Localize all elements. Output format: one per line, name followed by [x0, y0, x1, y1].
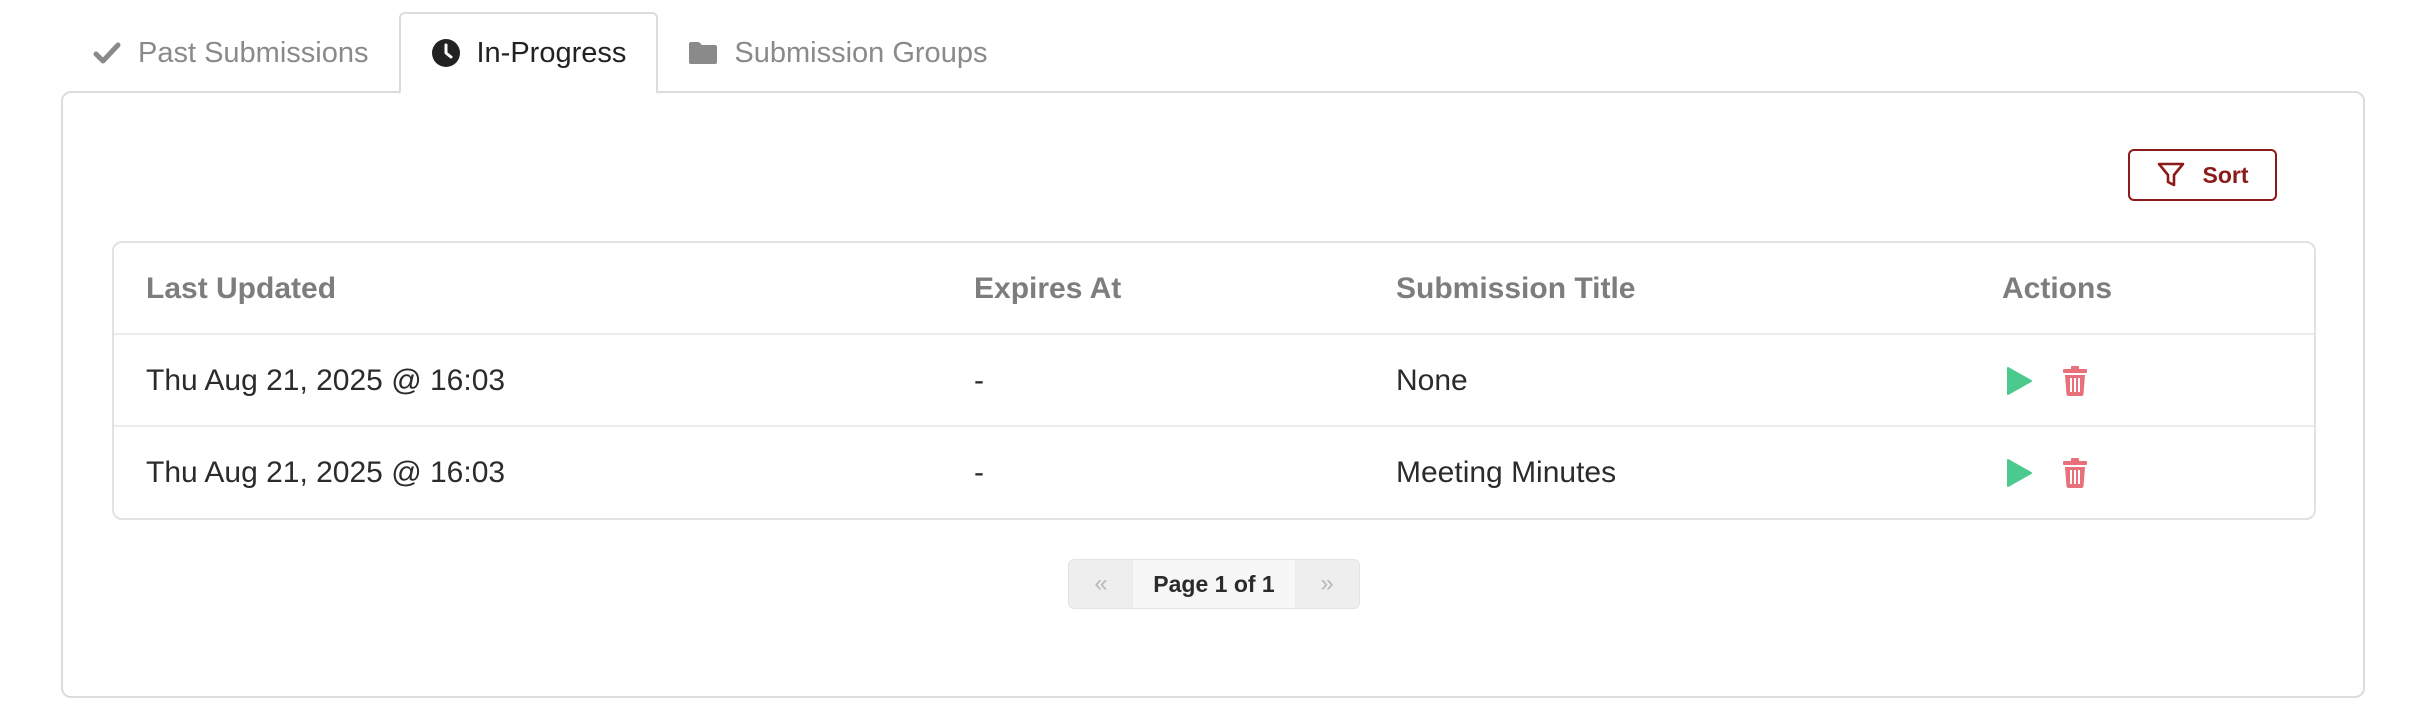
folder-icon: [688, 38, 718, 68]
play-icon: [2007, 459, 2032, 487]
column-header-last-updated[interactable]: Last Updated: [146, 243, 336, 335]
tab-submission-groups[interactable]: Submission Groups: [658, 14, 1017, 92]
table-row: Thu Aug 21, 2025 @ 16:03 - Meeting Minut…: [114, 427, 2314, 518]
trash-icon: [2063, 366, 2087, 396]
next-page-button[interactable]: »: [1295, 560, 1359, 608]
delete-button[interactable]: [2058, 364, 2092, 398]
submissions-view: Past Submissions In-Progress Submission …: [0, 0, 2410, 726]
tab-label: In-Progress: [476, 36, 627, 69]
in-progress-panel: Sort Last Updated Expires At Submission …: [61, 91, 2365, 698]
resume-button[interactable]: [2002, 456, 2036, 490]
clock-icon: [431, 38, 461, 68]
play-icon: [2007, 367, 2032, 395]
cell-expires-at: -: [974, 364, 984, 397]
column-header-actions: Actions: [2002, 272, 2113, 305]
tab-label: Submission Groups: [734, 36, 988, 69]
submissions-table: Last Updated Expires At Submission Title…: [112, 241, 2316, 520]
filter-icon: [2157, 161, 2185, 189]
tab-past-submissions[interactable]: Past Submissions: [62, 14, 399, 92]
delete-button[interactable]: [2058, 456, 2092, 490]
page-indicator: Page 1 of 1: [1133, 560, 1295, 608]
tab-label: Past Submissions: [138, 36, 369, 69]
resume-button[interactable]: [2002, 364, 2036, 398]
tab-in-progress[interactable]: In-Progress: [398, 12, 659, 94]
cell-actions: [2002, 427, 2114, 518]
trash-icon: [2063, 458, 2087, 488]
previous-page-button[interactable]: «: [1069, 560, 1133, 608]
cell-submission-title: Meeting Minutes: [1396, 456, 1617, 489]
column-header-expires-at[interactable]: Expires At: [974, 243, 1121, 335]
cell-actions: [2002, 335, 2114, 427]
cell-expires-at: -: [974, 456, 984, 489]
sort-label: Sort: [2202, 161, 2249, 188]
sort-button[interactable]: Sort: [2128, 149, 2277, 201]
check-icon: [92, 38, 122, 68]
cell-last-updated: Thu Aug 21, 2025 @ 16:03: [146, 456, 506, 489]
cell-submission-title: None: [1396, 364, 1468, 397]
cell-last-updated: Thu Aug 21, 2025 @ 16:03: [146, 364, 506, 397]
table-header-row: Last Updated Expires At Submission Title…: [114, 243, 2314, 335]
column-header-submission-title[interactable]: Submission Title: [1396, 243, 1636, 335]
table-row: Thu Aug 21, 2025 @ 16:03 - None: [114, 335, 2314, 427]
tab-bar: Past Submissions In-Progress Submission …: [62, 12, 1017, 94]
pagination: « Page 1 of 1 »: [1068, 559, 1360, 609]
